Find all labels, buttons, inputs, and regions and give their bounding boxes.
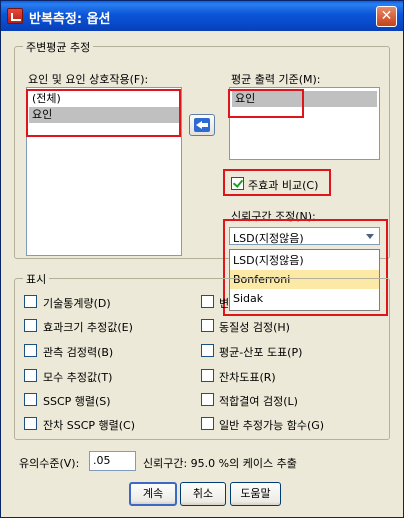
display-legend: 표시	[23, 271, 50, 287]
left-arrow-icon	[194, 118, 210, 132]
sscp-matrix-checkbox[interactable]	[24, 393, 37, 406]
effect-size-label: 효과크기 추정값(E)	[43, 321, 133, 334]
close-button[interactable]: ✕	[376, 6, 397, 27]
significance-label: 유의수준(V):	[19, 457, 80, 470]
homogeneity-test-checkbox[interactable]	[201, 319, 214, 332]
cancel-button[interactable]: 취소	[180, 482, 226, 506]
residual-sscp-checkbox[interactable]	[24, 417, 37, 430]
spread-level-plot-label: 평균-산포 도표(P)	[219, 346, 303, 359]
descriptive-stats-label: 기술통계량(D)	[43, 297, 111, 310]
significance-value: .05	[93, 454, 111, 467]
descriptive-stats-checkbox[interactable]	[24, 295, 37, 308]
close-icon: ✕	[380, 8, 393, 24]
general-estimable-checkbox[interactable]	[201, 417, 214, 430]
residual-plot-label: 잔차도표(R)	[219, 371, 276, 384]
lack-of-fit-checkbox[interactable]	[201, 393, 214, 406]
app-icon	[7, 8, 23, 24]
transformation-matrix-label: 변	[219, 297, 230, 310]
factors-label: 요인 및 요인 상호작용(F):	[28, 73, 149, 86]
factors-highlight-box	[26, 89, 181, 137]
title-bar: 반복측정: 옵션 ✕	[1, 1, 403, 31]
marginal-means-legend: 주변평균 추정	[23, 39, 94, 55]
observed-power-label: 관측 검정력(B)	[43, 346, 114, 359]
homogeneity-test-label: 동질성 검정(H)	[219, 321, 290, 334]
compare-main-effects-label: 주효과 비교(C)	[248, 179, 319, 192]
compare-main-effects-checkbox[interactable]	[231, 177, 244, 190]
move-button[interactable]	[189, 114, 215, 136]
confidence-interval-text: 신뢰구간: 95.0 %의 케이스 추출	[143, 457, 297, 470]
residual-sscp-label: 잔차 SSCP 행렬(C)	[43, 419, 136, 432]
continue-button[interactable]: 계속	[129, 482, 177, 506]
help-button[interactable]: 도움말	[230, 482, 281, 506]
options-dialog: 반복측정: 옵션 ✕ 주변평균 추정 요인 및 요인 상호작용(F): (전체)…	[0, 0, 404, 518]
lack-of-fit-label: 적합결여 검정(L)	[219, 395, 298, 408]
spread-level-plot-checkbox[interactable]	[201, 344, 214, 357]
window-title: 반복측정: 옵션	[29, 12, 111, 27]
observed-power-checkbox[interactable]	[24, 344, 37, 357]
general-estimable-label: 일반 추정가능 함수(G)	[219, 419, 325, 432]
sscp-matrix-label: SSCP 행렬(S)	[43, 395, 111, 408]
parameter-estimates-label: 모수 추정값(T)	[43, 371, 113, 384]
transformation-matrix-checkbox[interactable]	[201, 295, 214, 308]
significance-input[interactable]: .05	[89, 451, 136, 471]
parameter-estimates-checkbox[interactable]	[24, 369, 37, 382]
effect-size-checkbox[interactable]	[24, 319, 37, 332]
display-means-label: 평균 출력 기준(M):	[231, 73, 321, 86]
residual-plot-checkbox[interactable]	[201, 369, 214, 382]
display-means-highlight-box	[228, 89, 304, 118]
